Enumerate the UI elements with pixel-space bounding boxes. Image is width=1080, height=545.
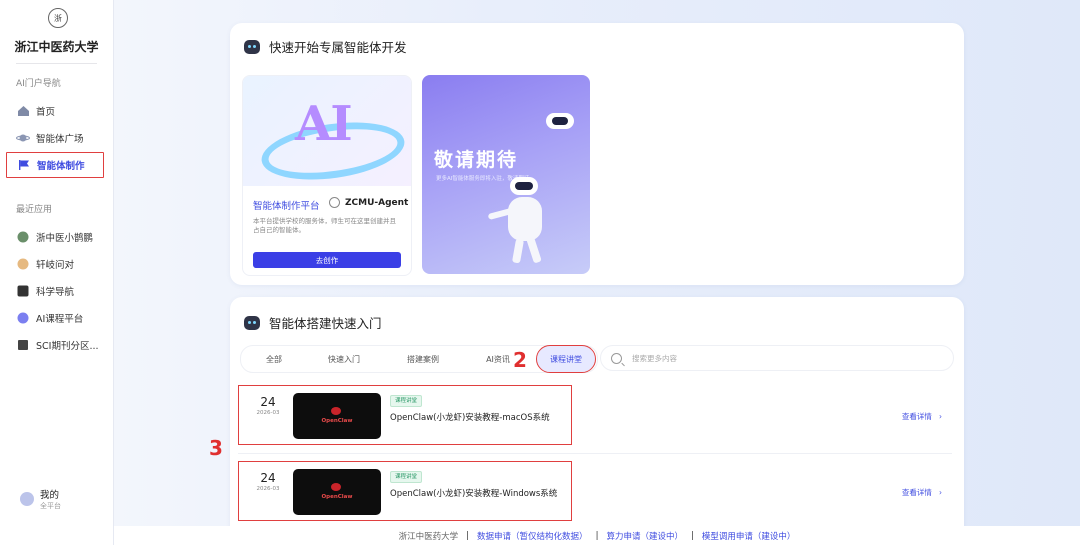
app-avatar-icon bbox=[16, 230, 30, 244]
user-name: 我的 bbox=[40, 490, 60, 501]
item-tag: 课程讲堂 bbox=[390, 395, 423, 407]
robot-leg bbox=[511, 238, 525, 264]
app-avatar-icon bbox=[16, 338, 30, 352]
divider: | bbox=[690, 530, 694, 541]
search-icon bbox=[611, 352, 622, 364]
app-avatar-icon bbox=[16, 257, 30, 271]
item-date: 2026-03 bbox=[256, 410, 280, 416]
tab-all[interactable]: 全部 bbox=[241, 346, 307, 372]
home-icon bbox=[16, 104, 30, 118]
recent-item-xuanqi[interactable]: 轩岐问对 bbox=[6, 251, 104, 277]
mini-robot-icon bbox=[546, 113, 574, 129]
flag-icon bbox=[17, 158, 31, 172]
university-logo-icon: 浙 bbox=[48, 8, 68, 28]
category-tabs: 全部 快速入门 搭建案例 AI资讯 课程讲堂 bbox=[240, 345, 598, 373]
item-thumbnail: OpenClaw bbox=[293, 393, 381, 439]
robot-icon bbox=[244, 39, 260, 54]
app-avatar-icon bbox=[16, 311, 30, 325]
app-avatar-icon bbox=[16, 284, 30, 298]
annotation-marker-2: 2 bbox=[513, 348, 527, 372]
user-profile[interactable]: 我的 全平台 bbox=[20, 487, 61, 511]
tab-course[interactable]: 课程讲堂 bbox=[536, 345, 596, 373]
divider bbox=[16, 63, 97, 64]
platform-badge: ZCMU-Agent bbox=[329, 197, 408, 208]
section-title: 快速开始专属智能体开发 bbox=[269, 40, 407, 55]
sidebar: 浙 浙江中医药大学 AI门户导航 首页 智能体广场 智能体制作 最近应用 浙中医… bbox=[0, 0, 114, 545]
view-details-link[interactable]: 查看详情 › bbox=[902, 487, 942, 498]
divider: | bbox=[595, 530, 599, 541]
quick-start-card: 快速开始专属智能体开发 AI 智能体制作平台 ZCMU-Agent 本平台提供学… bbox=[230, 23, 964, 285]
item-title[interactable]: OpenClaw(小龙虾)安装教程-macOS系统 bbox=[390, 411, 550, 423]
school-name: 浙江中医药大学 bbox=[14, 40, 99, 54]
openclaw-logo-icon bbox=[331, 407, 341, 415]
recent-item-label: 科学导航 bbox=[36, 287, 75, 298]
portal-nav-label: AI门户导航 bbox=[16, 79, 61, 89]
main-content: 快速开始专属智能体开发 AI 智能体制作平台 ZCMU-Agent 本平台提供学… bbox=[114, 0, 1080, 526]
divider: | bbox=[466, 530, 470, 541]
user-sub: 全平台 bbox=[40, 502, 61, 510]
robot-leg bbox=[526, 236, 542, 264]
chevron-right-icon: › bbox=[934, 488, 942, 497]
platform-name: 智能体制作平台 bbox=[253, 201, 320, 212]
platform-description: 本平台提供学校的服务体，师生可在这里创建并且占自己的智能体。 bbox=[253, 217, 396, 234]
coming-soon-title: 敬请期待 bbox=[434, 149, 519, 171]
view-details-link[interactable]: 查看详情 › bbox=[902, 411, 942, 422]
item-date: 2026-03 bbox=[256, 486, 280, 492]
list-item[interactable]: 24 2026-03 OpenClaw 课程讲堂 OpenClaw(小龙虾)安装… bbox=[238, 461, 952, 526]
recent-item-label: 浙中医小鹊鹏 bbox=[36, 233, 94, 244]
ai-logo-text: AI bbox=[295, 96, 353, 152]
footer-link-compute-apply[interactable]: 算力申请（建设中） bbox=[606, 530, 683, 542]
search-input[interactable] bbox=[630, 352, 934, 364]
nav-item-label: 智能体制作 bbox=[37, 161, 85, 172]
footer-link-data-apply[interactable]: 数据申请（暂仅结构化数据） bbox=[477, 530, 588, 542]
item-tag: 课程讲堂 bbox=[390, 471, 423, 483]
robot-body bbox=[508, 197, 542, 241]
recent-item-science-nav[interactable]: 科学导航 bbox=[6, 278, 104, 304]
item-thumbnail: OpenClaw bbox=[293, 469, 381, 515]
badge-icon bbox=[329, 197, 340, 208]
recent-item-ai-course[interactable]: AI课程平台 bbox=[6, 305, 104, 331]
guide-title: 智能体搭建快速入门 bbox=[244, 313, 382, 332]
item-day: 24 bbox=[260, 471, 276, 485]
platform-banner: AI bbox=[243, 76, 411, 188]
nav-item-label: 首页 bbox=[36, 107, 56, 118]
nav-item-label: 智能体广场 bbox=[36, 134, 84, 145]
avatar bbox=[20, 492, 34, 506]
chevron-right-icon: › bbox=[934, 412, 942, 421]
section-title: 智能体搭建快速入门 bbox=[269, 316, 382, 331]
openclaw-logo-icon bbox=[331, 483, 341, 491]
nav-item-agent-create[interactable]: 智能体制作 bbox=[6, 152, 104, 178]
robot-visor bbox=[515, 182, 533, 190]
view-details-label: 查看详情 bbox=[901, 412, 932, 421]
recent-item-label: 轩岐问对 bbox=[36, 260, 75, 271]
list-item[interactable]: 24 2026-03 OpenClaw 课程讲堂 OpenClaw(小龙虾)安装… bbox=[238, 385, 952, 454]
guide-card: 智能体搭建快速入门 全部 快速入门 搭建案例 AI资讯 课程讲堂 24 2026… bbox=[230, 297, 964, 526]
coming-soon-card: 敬请期待 更多AI智能体服务即将入驻，敬请期待 bbox=[422, 75, 590, 274]
footer-school: 浙江中医药大学 bbox=[398, 531, 459, 542]
tab-quick-start[interactable]: 快速入门 bbox=[307, 346, 381, 372]
recent-item-xiaoquepeng[interactable]: 浙中医小鹊鹏 bbox=[6, 224, 104, 250]
recent-apps-label: 最近应用 bbox=[16, 205, 53, 215]
recent-item-label: AI课程平台 bbox=[36, 314, 84, 325]
annotation-marker-3: 3 bbox=[209, 436, 223, 460]
robot-icon bbox=[244, 315, 260, 330]
badge-label: ZCMU-Agent bbox=[345, 197, 409, 208]
recent-item-label: SCI期刊分区... bbox=[36, 341, 99, 352]
thumbnail-label: OpenClaw bbox=[321, 418, 353, 424]
tab-cases[interactable]: 搭建案例 bbox=[381, 346, 465, 372]
view-details-label: 查看详情 bbox=[901, 488, 932, 497]
nav-item-home[interactable]: 首页 bbox=[6, 98, 104, 124]
agent-platform-card[interactable]: AI 智能体制作平台 ZCMU-Agent 本平台提供学校的服务体，师生可在这里… bbox=[242, 75, 412, 276]
nav-item-agent-square[interactable]: 智能体广场 bbox=[6, 125, 104, 151]
search-bar[interactable] bbox=[600, 345, 954, 371]
footer: 浙江中医药大学 | 数据申请（暂仅结构化数据） | 算力申请（建设中） | 模型… bbox=[114, 526, 1080, 545]
item-day: 24 bbox=[260, 395, 276, 409]
quick-start-title: 快速开始专属智能体开发 bbox=[244, 37, 407, 56]
thumbnail-label: OpenClaw bbox=[321, 494, 353, 500]
item-title[interactable]: OpenClaw(小龙虾)安装教程-Windows系统 bbox=[390, 487, 557, 499]
go-create-button[interactable]: 去创作 bbox=[253, 252, 401, 268]
footer-link-model-apply[interactable]: 模型调用申请（建设中） bbox=[702, 530, 796, 542]
planet-icon bbox=[16, 131, 30, 145]
recent-item-sci-journal[interactable]: SCI期刊分区... bbox=[6, 332, 104, 358]
